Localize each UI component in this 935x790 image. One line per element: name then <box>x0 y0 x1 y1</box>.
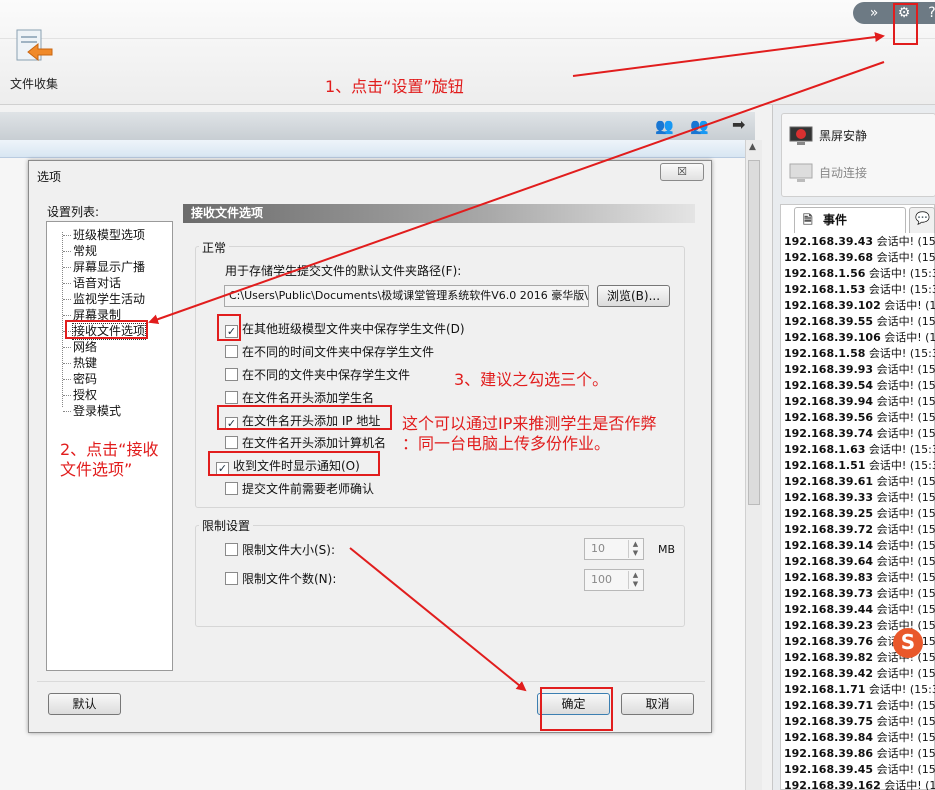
highlight-ok <box>540 687 613 731</box>
highlight-checkbox-1 <box>217 314 241 341</box>
annotation-step2: 2、点击“接收 文件选项” <box>60 440 158 480</box>
annotation-note-line1: 这个可以通过IP来推测学生是否作弊 <box>402 414 657 433</box>
highlight-tree-item <box>65 320 148 339</box>
arrow-to-ok <box>349 547 527 692</box>
annotation-note-line2: ：同一台电脑上传多份作业。 <box>402 434 611 453</box>
arrow-to-settings <box>572 32 885 77</box>
highlight-checkbox-ip <box>217 405 392 430</box>
annotation-step2-line2: 文件选项” <box>60 460 133 479</box>
annotation-arrows <box>148 32 885 692</box>
annotation-note: 这个可以通过IP来推测学生是否作弊 ：同一台电脑上传多份作业。 <box>402 414 656 454</box>
annotation-step3: 3、建议之勾选三个。 <box>454 370 609 389</box>
arrow-to-tree-item <box>148 61 885 325</box>
annotation-step1: 1、点击“设置”旋钮 <box>325 77 464 96</box>
highlight-settings <box>893 3 918 45</box>
highlight-checkbox-notify <box>208 451 380 476</box>
annotation-step2-line1: 2、点击“接收 <box>60 440 159 459</box>
